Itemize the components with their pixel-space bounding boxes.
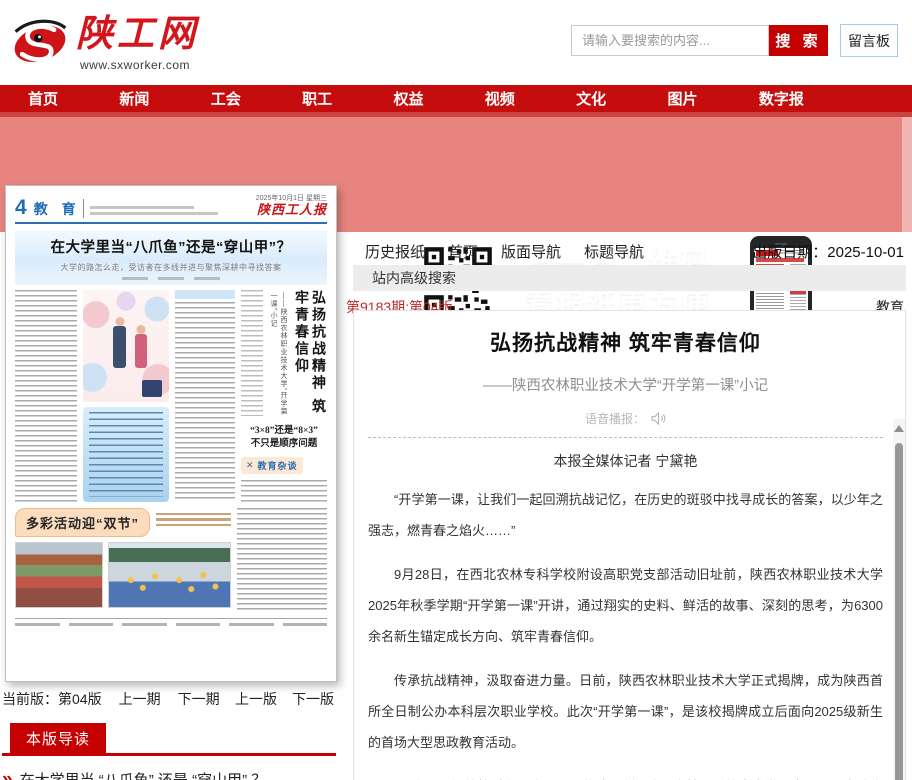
nav-item-culture[interactable]: 文化 bbox=[576, 88, 606, 109]
newspaper-page-preview[interactable]: 4 教 育 2025年10月1日 星期三 陕西工人报 在大学里当“八爪鱼”还是“… bbox=[5, 185, 337, 682]
preview-right-column: ——陕西农林职业技术大学“开学第一课”小记 弘扬抗战精神 筑牢青春信仰 “3×8… bbox=[241, 290, 327, 502]
preview-photo-feature: 多彩活动迎“双节” bbox=[15, 508, 231, 612]
link-title-nav[interactable]: 标题导航 bbox=[584, 241, 644, 262]
preview-masthead-divider bbox=[83, 199, 84, 218]
nav-item-rights[interactable]: 权益 bbox=[393, 88, 423, 109]
speaker-icon[interactable] bbox=[651, 412, 666, 425]
link-page-nav[interactable]: 版面导航 bbox=[501, 241, 561, 262]
preview-column-tag: ✕ 教育杂谈 bbox=[241, 457, 303, 474]
site-logo[interactable]: 陕工网 www.sxworker.com bbox=[10, 10, 199, 72]
nav-item-digital-paper[interactable]: 数字报 bbox=[759, 88, 804, 109]
preview-photo-classroom bbox=[108, 542, 231, 608]
preview-byline-row bbox=[17, 277, 325, 280]
preview-photo-outdoor bbox=[15, 542, 103, 608]
next-page-link[interactable]: 下一版 bbox=[292, 689, 334, 709]
logo-swirl-icon bbox=[10, 12, 70, 72]
content-column: 历史报纸 首页 版面导航 标题导航 出版日期：2025-10-01 站内高级搜索… bbox=[345, 232, 912, 780]
column-tag-icon: ✕ bbox=[246, 460, 254, 471]
dashed-divider bbox=[368, 437, 883, 438]
nav-item-union[interactable]: 工会 bbox=[211, 88, 241, 109]
preview-page-number: 4 bbox=[15, 198, 27, 218]
photo-feature-note bbox=[156, 513, 231, 527]
scrollbar-up-arrow-icon[interactable] bbox=[894, 425, 904, 432]
preview-text-column-1 bbox=[15, 290, 77, 502]
preview-section-bar bbox=[175, 290, 235, 299]
banner-right-stripe bbox=[902, 117, 912, 232]
advanced-search-bar[interactable]: 站内高级搜索 bbox=[353, 265, 906, 291]
preview-date-block: 2025年10月1日 星期三 陕西工人报 bbox=[256, 193, 327, 218]
illustration-figure-woman bbox=[135, 334, 147, 368]
article-paragraph: “开学第一课，让我们一起回溯抗战记忆，在历史的斑驳中找寻成长的答案，以少年之强志… bbox=[368, 484, 883, 546]
preview-right-text bbox=[241, 290, 263, 416]
search-button[interactable]: 搜 索 bbox=[769, 25, 828, 56]
pager-row: 当前版： 第04版 上一期 下一期 上一版 下一版 bbox=[2, 689, 336, 709]
article-paragraph: 传承抗战精神，汲取奋进力量。日前，陕西农林职业技术大学正式揭牌，成为陕西首所全日… bbox=[368, 665, 883, 758]
link-home[interactable]: 首页 bbox=[448, 241, 478, 262]
preview-survey-box bbox=[83, 407, 169, 502]
next-issue-link[interactable]: 下一期 bbox=[178, 689, 220, 709]
article-paragraph: 9月28日，在西北农林专科学校附设高职党支部活动旧址前，陕西农林职业技术大学20… bbox=[368, 559, 883, 652]
preview-section-name: 教 育 bbox=[34, 201, 81, 218]
paper-toolbar: 历史报纸 首页 版面导航 标题导航 bbox=[365, 241, 644, 262]
site-url: www.sxworker.com bbox=[80, 58, 199, 72]
preview-editor-meta bbox=[90, 206, 218, 218]
logo-text-block: 陕工网 www.sxworker.com bbox=[76, 10, 199, 72]
photo-feature-title: 多彩活动迎“双节” bbox=[15, 508, 150, 537]
preview-subhead: 大学的路怎么走，受访者在多线并进与聚焦深耕中寻找答案 bbox=[17, 262, 325, 273]
preview-bottom-band: 多彩活动迎“双节” bbox=[15, 508, 327, 612]
nav-item-video[interactable]: 视频 bbox=[485, 88, 515, 109]
preview-blue-rule bbox=[15, 222, 327, 224]
nav-item-photos[interactable]: 图片 bbox=[668, 88, 698, 109]
link-history-papers[interactable]: 历史报纸 bbox=[365, 241, 425, 262]
preview-masthead: 4 教 育 2025年10月1日 星期三 陕西工人报 bbox=[15, 193, 327, 218]
tts-label: 语音播报： bbox=[585, 410, 645, 427]
nav-item-news[interactable]: 新闻 bbox=[119, 88, 149, 109]
article-subtitle: ——陕西农林职业技术大学“开学第一课”小记 bbox=[368, 374, 883, 395]
guide-list-item: » 在大学里当 “八爪鱼” 还是 “穿山甲” ？ bbox=[2, 769, 336, 780]
preview-headline-band: 在大学里当“八爪鱼”还是“穿山甲”？ 大学的路怎么走，受访者在多线并进与聚焦深耕… bbox=[15, 230, 327, 285]
preview-vertical-title-block: ——陕西农林职业技术大学“开学第一课”小记 弘扬抗战精神 筑牢青春信仰 bbox=[241, 290, 327, 416]
site-title: 陕工网 bbox=[76, 10, 199, 58]
article-body: “开学第一课，让我们一起回溯抗战记忆，在历史的斑驳中找寻成长的答案，以少年之强志… bbox=[368, 484, 883, 780]
preview-headline: 在大学里当“八爪鱼”还是“穿山甲”？ bbox=[17, 236, 325, 257]
main-nav: 首页 新闻 工会 职工 权益 视频 文化 图片 数字报 bbox=[0, 85, 912, 112]
search-input[interactable] bbox=[571, 25, 769, 56]
preview-bottom-right-text bbox=[237, 508, 327, 612]
prev-page-link[interactable]: 上一版 bbox=[235, 689, 277, 709]
article-title: 弘扬抗战精神 筑牢青春信仰 bbox=[368, 327, 883, 357]
current-page-label: 当前版： bbox=[2, 689, 58, 709]
nav-item-home[interactable]: 首页 bbox=[28, 88, 58, 109]
preview-vertical-subtitle: ——陕西农林职业技术大学“开学第一课”小记 bbox=[268, 290, 288, 416]
page-root: 陕工网 www.sxworker.com 搜 索 留言板 首页 新闻 工会 职工… bbox=[0, 0, 912, 780]
message-board-button[interactable]: 留言板 bbox=[840, 24, 898, 57]
site-header: 陕工网 www.sxworker.com 搜 索 留言板 bbox=[0, 0, 912, 85]
illustration-building bbox=[142, 380, 162, 397]
prev-issue-link[interactable]: 上一期 bbox=[119, 689, 161, 709]
article-scrollbar[interactable] bbox=[893, 419, 905, 780]
article-paragraph: “历史是最好的教科书，也是最好的清醒剂。”陕西农林职业技术大学马克思主义学院党总… bbox=[368, 771, 883, 780]
preview-illustration bbox=[83, 290, 169, 402]
preview-footer-ads bbox=[15, 618, 327, 626]
publish-date: 出版日期：2025-10-01 bbox=[752, 241, 904, 262]
page-controls: 当前版： 第04版 上一期 下一期 上一版 下一版 本版导读 » 在大学里当 “… bbox=[2, 689, 336, 780]
preview-right-text-bottom bbox=[241, 480, 327, 502]
section-guide-tab[interactable]: 本版导读 bbox=[10, 723, 106, 753]
tts-row: 语音播报： bbox=[368, 410, 883, 427]
banner-top-stripe bbox=[0, 112, 912, 117]
current-page-value: 第04版 bbox=[58, 689, 102, 709]
scrollbar-thumb[interactable] bbox=[895, 443, 903, 780]
double-chevron-icon: » bbox=[2, 772, 13, 780]
preview-paper-name: 陕西工人报 bbox=[256, 203, 327, 217]
nav-item-workers[interactable]: 职工 bbox=[302, 88, 332, 109]
preview-middle-column bbox=[83, 290, 169, 502]
article-byline: 本报全媒体记者 宁黛艳 bbox=[368, 451, 883, 471]
section-guide-header: 本版导读 bbox=[2, 723, 336, 756]
illustration-figure-man bbox=[113, 326, 126, 368]
preview-mini-headline: “3×8”还是“8×3” 不只是顺序问题 bbox=[241, 425, 327, 451]
preview-body: ——陕西农林职业技术大学“开学第一课”小记 弘扬抗战精神 筑牢青春信仰 “3×8… bbox=[15, 290, 327, 502]
article-panel: 弘扬抗战精神 筑牢青春信仰 ——陕西农林职业技术大学“开学第一课”小记 语音播报… bbox=[353, 310, 906, 780]
preview-text-column-3 bbox=[175, 290, 235, 502]
preview-vertical-title: 弘扬抗战精神 筑牢青春信仰 bbox=[293, 290, 327, 416]
guide-item-link[interactable]: 在大学里当 “八爪鱼” 还是 “穿山甲” ？ bbox=[20, 769, 267, 780]
